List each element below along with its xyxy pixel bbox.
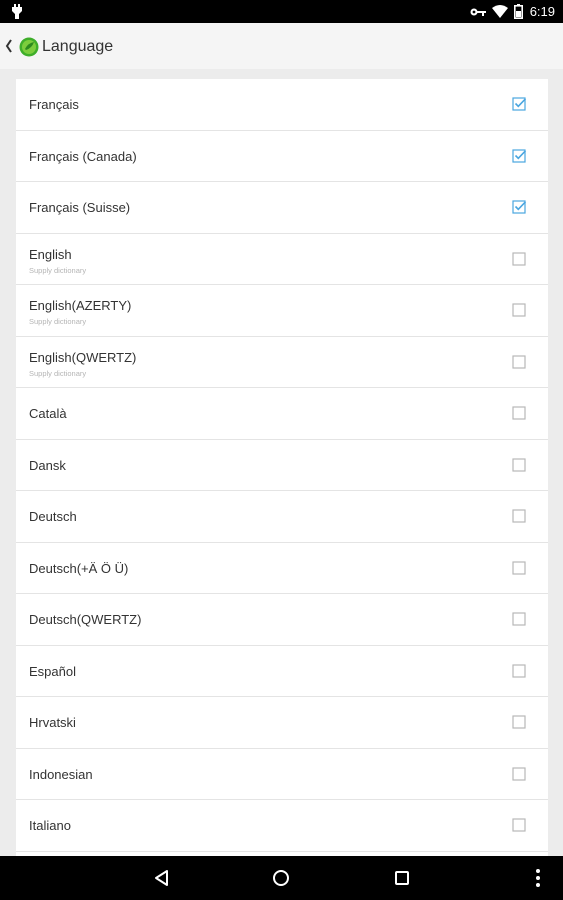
language-name: Dansk xyxy=(29,457,66,473)
language-name: Deutsch(+Ä Ö Ü) xyxy=(29,560,129,576)
page-title: Language xyxy=(42,38,114,55)
navigation-bar xyxy=(0,856,563,900)
language-name: Deutsch xyxy=(29,509,77,524)
language-name: Français (Canada) xyxy=(29,148,137,164)
recents-square-icon[interactable] xyxy=(394,870,410,886)
checkbox-unchecked-icon[interactable] xyxy=(512,715,526,729)
language-row[interactable]: Français (Suisse) xyxy=(16,182,548,234)
language-name: Italiano xyxy=(29,818,71,833)
wifi-icon xyxy=(491,5,508,18)
language-row[interactable]: English(QWERTZ) Supply dictionary xyxy=(16,336,548,388)
checkbox-unchecked-icon[interactable] xyxy=(512,663,526,678)
language-row[interactable]: Deutsch(+Ä Ö Ü) xyxy=(16,542,548,594)
language-row[interactable]: English(AZERTY) Supply dictionary xyxy=(16,285,548,337)
back-icon[interactable] xyxy=(4,38,14,54)
app-bar: Language xyxy=(0,23,563,69)
language-name: Indonesian xyxy=(29,766,93,782)
checkbox-unchecked-icon[interactable] xyxy=(512,766,526,781)
battery-icon xyxy=(513,4,523,19)
checkbox-unchecked-icon[interactable] xyxy=(512,303,526,317)
language-list: Français Français (Canada) Français (Suiss… xyxy=(16,79,548,856)
status-bar: 6:19 xyxy=(0,0,563,23)
language-row[interactable]: Català xyxy=(16,388,548,440)
checkbox-checked-icon[interactable] xyxy=(512,148,526,163)
language-subtitle: Supply dictionary xyxy=(29,265,87,275)
language-name: Deutsch(QWERTZ) xyxy=(29,612,142,627)
language-row[interactable]: Deutsch(QWERTZ) xyxy=(16,594,548,646)
language-row[interactable]: Français xyxy=(16,79,548,131)
language-name: Français xyxy=(29,97,79,112)
overflow-menu-icon[interactable] xyxy=(535,868,541,888)
checkbox-unchecked-icon[interactable] xyxy=(512,612,526,626)
language-name: Català xyxy=(29,406,67,421)
language-name: Hrvatski xyxy=(29,715,76,730)
checkbox-unchecked-icon[interactable] xyxy=(512,354,526,369)
language-name: Español xyxy=(29,663,76,679)
language-row[interactable]: Italiano xyxy=(16,800,548,852)
language-row[interactable]: Indonesian xyxy=(16,748,548,800)
checkbox-unchecked-icon[interactable] xyxy=(512,457,526,472)
home-circle-icon[interactable] xyxy=(272,869,290,887)
language-name: Français (Suisse) xyxy=(29,200,131,215)
checkbox-unchecked-icon[interactable] xyxy=(512,251,526,266)
language-row[interactable]: Dansk xyxy=(16,439,548,491)
language-row[interactable]: Français (Canada) xyxy=(16,130,548,182)
language-row[interactable]: English Supply dictionary xyxy=(16,233,548,285)
language-subtitle: Supply dictionary xyxy=(29,317,87,326)
language-name: English(QWERTZ) xyxy=(29,349,137,365)
language-subtitle: Supply dictionary xyxy=(29,368,87,378)
checkbox-unchecked-icon[interactable] xyxy=(512,406,526,420)
language-name: English xyxy=(29,246,72,262)
checkbox-checked-icon[interactable] xyxy=(512,200,526,214)
notification-icon xyxy=(12,4,22,19)
checkbox-unchecked-icon[interactable] xyxy=(512,818,526,832)
language-row[interactable]: Español xyxy=(16,645,548,697)
back-triangle-icon[interactable] xyxy=(153,869,170,887)
language-name: English(AZERTY) xyxy=(29,298,132,313)
checkbox-checked-icon[interactable] xyxy=(512,97,526,111)
checkbox-unchecked-icon[interactable] xyxy=(512,560,526,575)
checkbox-unchecked-icon[interactable] xyxy=(512,509,526,523)
app-logo-icon xyxy=(19,37,39,57)
key-icon xyxy=(470,8,486,16)
status-time: 6:19 xyxy=(529,4,555,19)
language-row[interactable]: Hrvatski xyxy=(16,697,548,749)
language-row[interactable]: Deutsch xyxy=(16,491,548,543)
